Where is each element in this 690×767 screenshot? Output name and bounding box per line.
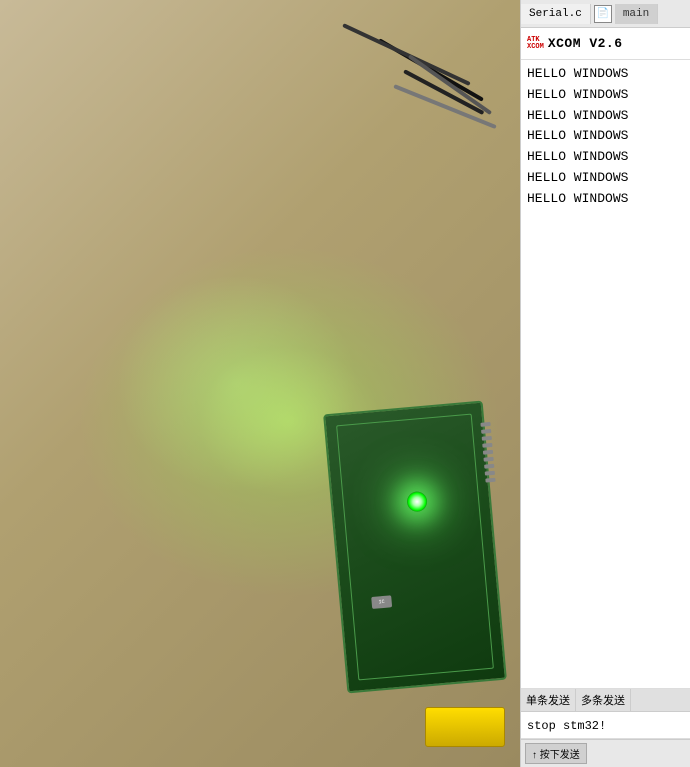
- send-input-field[interactable]: [527, 719, 684, 733]
- tab-bar: Serial.c 📄 main: [521, 0, 690, 28]
- xcom-panel: Serial.c 📄 main ATK XCOM XCOM V2.6 HELLO…: [520, 0, 690, 767]
- send-button[interactable]: ↑ 按下发送: [525, 743, 587, 764]
- bottom-toolbar: ↑ 按下发送: [521, 739, 690, 767]
- tab-serial[interactable]: Serial.c: [521, 4, 591, 24]
- serial-line: HELLO WINDOWS: [527, 168, 684, 189]
- atk-logo: ATK XCOM: [527, 37, 544, 51]
- circuit-board: IC: [323, 401, 507, 694]
- led-indicator: [406, 491, 428, 513]
- tab-serial-label: Serial.c: [529, 8, 582, 20]
- photo-background: IC: [0, 0, 525, 767]
- tab-multi-send[interactable]: 多条发送: [576, 689, 631, 711]
- multi-send-label: 多条发送: [581, 696, 625, 708]
- serial-line: HELLO WINDOWS: [527, 189, 684, 210]
- send-tabs: 单条发送 多条发送: [521, 689, 690, 712]
- file-icon[interactable]: 📄: [594, 5, 612, 23]
- send-button-label: ↑ 按下发送: [532, 750, 580, 761]
- serial-output-area[interactable]: HELLO WINDOWSHELLO WINDOWSHELLO WINDOWSH…: [521, 60, 690, 689]
- tab-main[interactable]: main: [615, 4, 658, 24]
- serial-line: HELLO WINDOWS: [527, 85, 684, 106]
- single-send-label: 单条发送: [526, 696, 570, 708]
- xcom-title: XCOM V2.6: [548, 36, 623, 51]
- yellow-connector: [425, 707, 505, 747]
- atk-logo-bottom: XCOM: [527, 44, 544, 51]
- send-input-area: [521, 712, 690, 739]
- tab-main-label: main: [623, 8, 649, 20]
- serial-line: HELLO WINDOWS: [527, 147, 684, 168]
- serial-line: HELLO WINDOWS: [527, 64, 684, 85]
- xcom-header: ATK XCOM XCOM V2.6: [521, 28, 690, 60]
- serial-line: HELLO WINDOWS: [527, 126, 684, 147]
- serial-line: HELLO WINDOWS: [527, 106, 684, 127]
- tab-single-send[interactable]: 单条发送: [521, 689, 576, 711]
